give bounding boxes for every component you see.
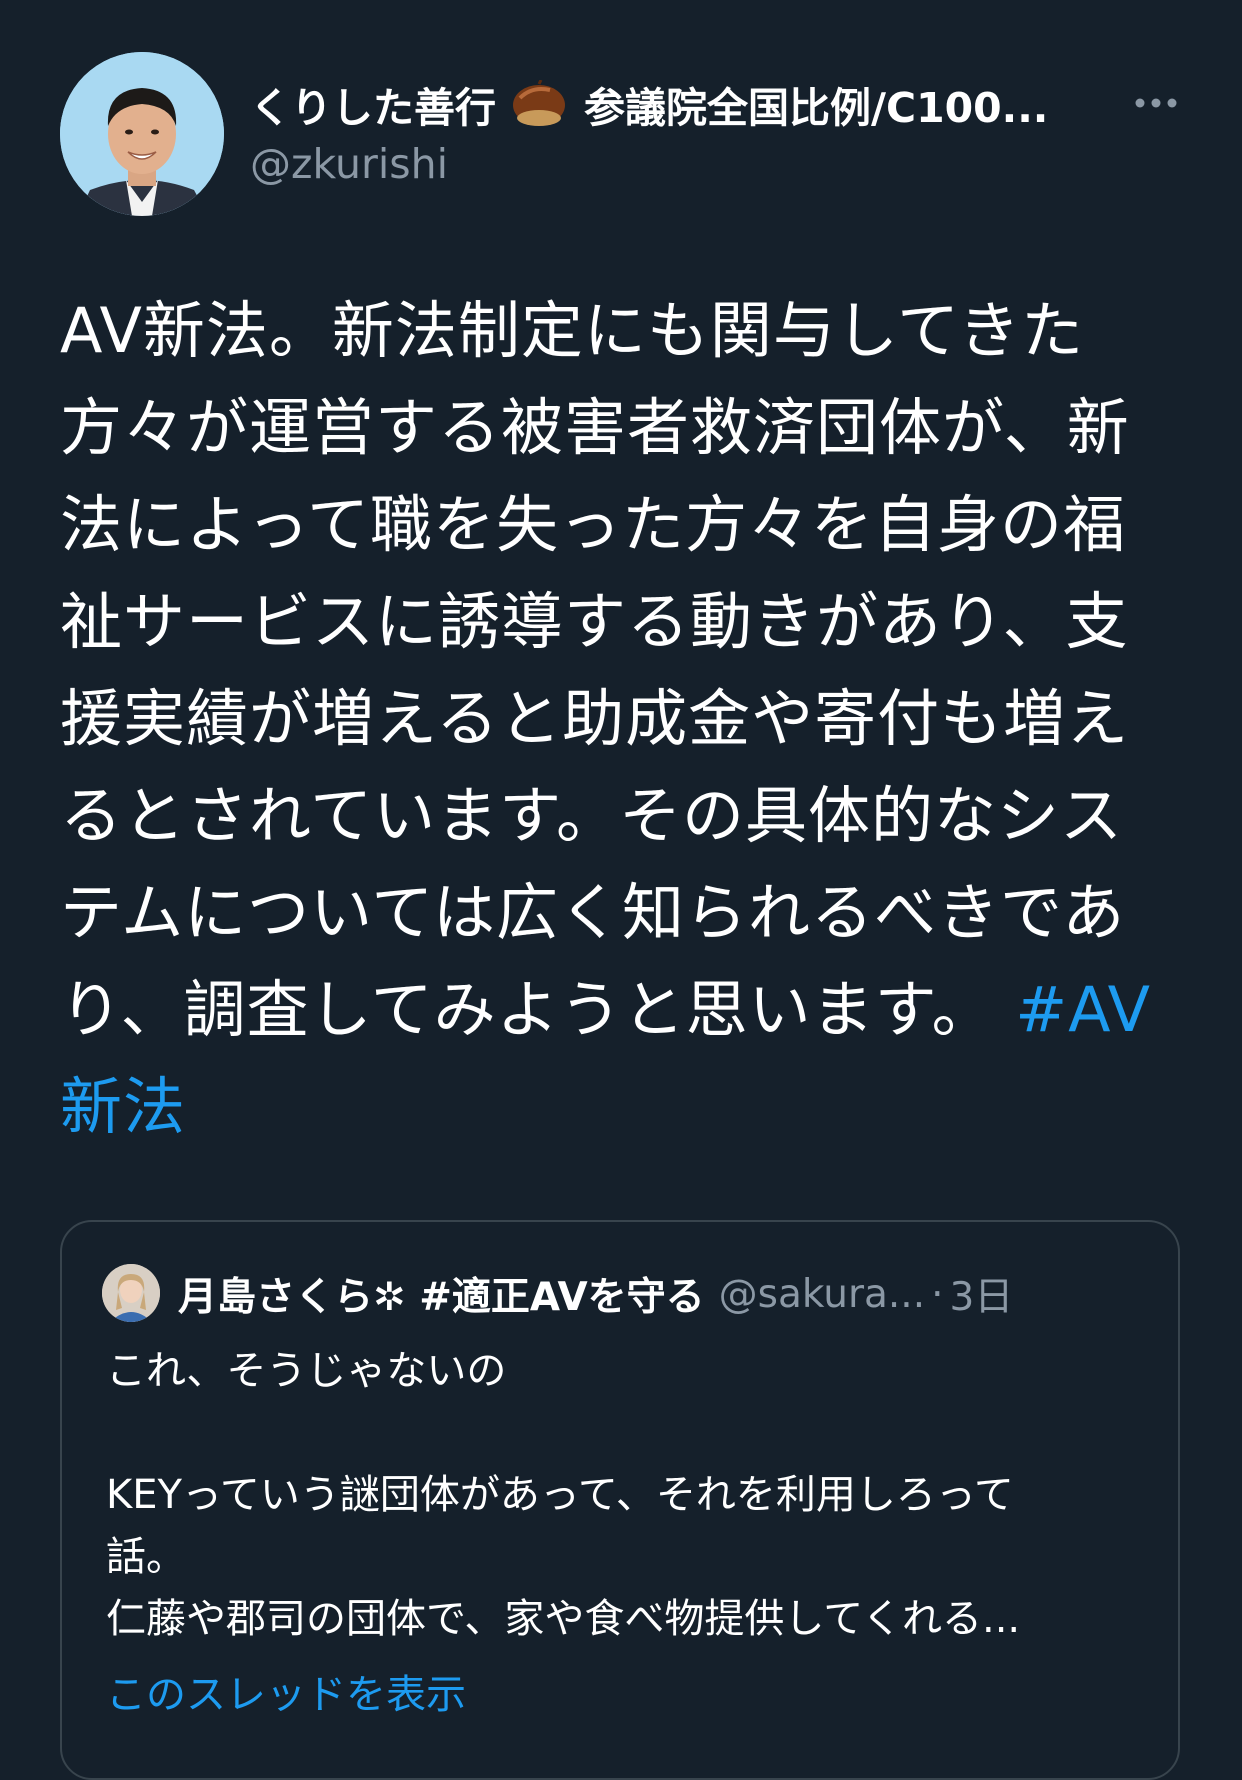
more-horizontal-icon[interactable]: [1132, 88, 1180, 118]
tweet-text-line: 新法: [60, 1058, 1180, 1155]
hashtag-link[interactable]: #AV: [1015, 973, 1151, 1046]
tweet: くりした善行 参議院全国比例/C100... @zkurishi AV新法。新法…: [0, 0, 1242, 1780]
quoted-text-line: KEYっていう謎団体があって、それを利用しろって: [106, 1472, 1014, 1518]
chestnut-icon: [513, 80, 565, 126]
author-avatar[interactable]: [60, 52, 224, 216]
quoted-separator: ·: [931, 1271, 944, 1317]
quoted-text-blank-line: [106, 1402, 1146, 1464]
tweet-text-line: 方々が運営する被害者救済団体が、新: [60, 391, 1130, 464]
hashtag-link-continued[interactable]: 新法: [60, 1070, 186, 1143]
quoted-text-line: 仁藤や郡司の団体で、家や食べ物提供してくれる...: [106, 1596, 1021, 1642]
profile-photo-icon: [60, 52, 224, 216]
quoted-author-name[interactable]: 月島さくら✲ #適正AVを守る: [178, 1266, 705, 1322]
quoted-tweet-card[interactable]: 月島さくら✲ #適正AVを守る @sakura... · 3日 これ、そうじゃな…: [60, 1220, 1180, 1780]
tweet-text-line: るとされています。その具体的なシス: [60, 779, 1123, 852]
tweet-text-line: 援実績が増えると助成金や寄付も増え: [60, 682, 1130, 755]
tweet-text-line: テムについては広く知られるべきであ: [60, 876, 1126, 949]
quoted-profile-photo-icon: [102, 1264, 160, 1322]
author-name-row[interactable]: くりした善行 参議院全国比例/C100...: [250, 74, 1130, 134]
tweet-text-line: 祉サービスに誘導する動きがあり、支: [60, 585, 1129, 658]
author-name-suffix: 参議院全国比例/C100...: [584, 84, 1049, 132]
show-thread-link[interactable]: このスレッドを表示: [106, 1662, 466, 1720]
quoted-text-line: これ、そうじゃないの: [106, 1348, 507, 1394]
author-name: くりした善行: [250, 84, 496, 132]
quoted-author-avatar[interactable]: [102, 1264, 160, 1322]
tweet-text-line: AV新法。新法制定にも関与してきた: [60, 294, 1085, 367]
tweet-text-segment: り、調査してみようと思います。: [60, 973, 995, 1046]
author-display-name[interactable]: くりした善行 参議院全国比例/C100...: [250, 74, 1048, 134]
tweet-text: AV新法。新法制定にも関与してきた 方々が運営する被害者救済団体が、新 法によっ…: [60, 282, 1180, 1155]
quoted-tweet-header: 月島さくら✲ #適正AVを守る @sakura... · 3日: [178, 1266, 1158, 1322]
quoted-tweet-text: これ、そうじゃないの KEYっていう謎団体があって、それを利用しろって 話。 仁…: [106, 1340, 1146, 1650]
tweet-text-line-with-hashtag: り、調査してみようと思います。 #AV: [60, 961, 1180, 1058]
quoted-author-handle[interactable]: @sakura...: [719, 1272, 925, 1317]
tweet-text-line: 法によって職を失った方々を自身の福: [60, 488, 1127, 561]
author-handle[interactable]: @zkurishi: [250, 140, 448, 188]
quoted-timestamp[interactable]: 3日: [950, 1266, 1014, 1322]
quoted-text-line: 話。: [106, 1534, 186, 1580]
